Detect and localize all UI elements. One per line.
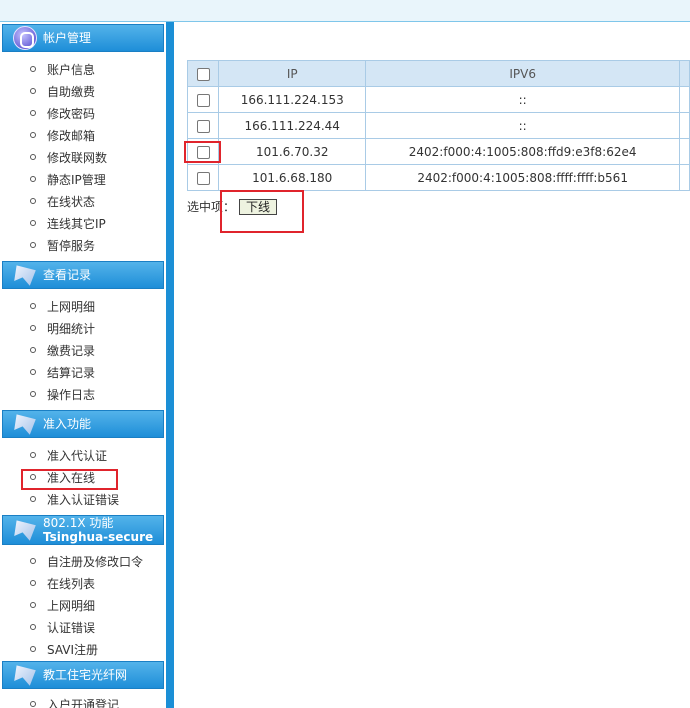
column-header-ipv6: IPV6 bbox=[365, 60, 681, 87]
extra-cell bbox=[679, 138, 690, 165]
bullet-icon bbox=[30, 220, 36, 226]
bullet-icon bbox=[30, 452, 36, 458]
bullet-icon bbox=[30, 132, 36, 138]
table-header-row: IP IPV6 bbox=[186, 60, 690, 87]
bullet-icon bbox=[30, 303, 36, 309]
section-title-line1: 802.1X 功能 bbox=[43, 516, 114, 530]
bullet-icon bbox=[30, 558, 36, 564]
extra-cell bbox=[679, 164, 690, 191]
column-header-ip: IP bbox=[218, 60, 367, 87]
ipv6-cell: 2402:f000:4:1005:808:ffd9:e3f8:62e4 bbox=[365, 138, 681, 165]
section-title: 教工住宅光纤网 bbox=[43, 668, 128, 682]
sidebar-item-change-password[interactable]: 修改密码 bbox=[30, 103, 95, 123]
ipv6-cell: :: bbox=[365, 112, 681, 139]
sidebar-item-suspend-service[interactable]: 暂停服务 bbox=[30, 235, 95, 255]
row-checkbox[interactable] bbox=[196, 93, 210, 107]
section-title: 802.1X 功能 Tsinghua-secure bbox=[43, 516, 153, 544]
dot1x-icon bbox=[14, 520, 36, 541]
access-icon bbox=[14, 414, 36, 435]
section-header-records[interactable]: 查看记录 bbox=[2, 261, 164, 289]
account-icon bbox=[13, 26, 37, 50]
sidebar-item-home-activation[interactable]: 入户开通登记 bbox=[30, 694, 119, 708]
bullet-icon bbox=[30, 701, 36, 707]
bullet-icon bbox=[30, 496, 36, 502]
ipv6-cell: :: bbox=[365, 86, 681, 113]
sidebar-item-self-register[interactable]: 自注册及修改口令 bbox=[30, 551, 143, 571]
section-title: 查看记录 bbox=[43, 268, 92, 282]
top-bar bbox=[0, 0, 690, 22]
bullet-icon bbox=[30, 176, 36, 182]
sidebar-item-self-payment[interactable]: 自助缴费 bbox=[30, 81, 95, 101]
sidebar-item-dot1x-usage[interactable]: 上网明细 bbox=[30, 595, 95, 615]
sidebar-item-savi-register[interactable]: SAVI注册 bbox=[30, 639, 98, 659]
bullet-icon bbox=[30, 369, 36, 375]
bullet-icon bbox=[30, 110, 36, 116]
annotation-highlight-menu-item bbox=[21, 469, 118, 490]
bullet-icon bbox=[30, 154, 36, 160]
bullet-icon bbox=[30, 88, 36, 94]
sidebar-item-online-list[interactable]: 在线列表 bbox=[30, 573, 95, 593]
select-all-checkbox[interactable] bbox=[196, 67, 210, 81]
sidebar-item-access-auth-errors[interactable]: 准入认证错误 bbox=[30, 489, 119, 509]
bullet-icon bbox=[30, 580, 36, 586]
annotation-highlight-button bbox=[220, 190, 304, 233]
section-header-account[interactable]: 帐户管理 bbox=[2, 24, 164, 52]
checkbox-cell bbox=[186, 112, 220, 139]
ip-cell: 166.111.224.44 bbox=[218, 112, 367, 139]
column-header-extra bbox=[679, 60, 690, 87]
sidebar-item-operation-log[interactable]: 操作日志 bbox=[30, 384, 95, 404]
bullet-icon bbox=[30, 66, 36, 72]
checkbox-cell bbox=[186, 164, 220, 191]
sidebar-item-change-email[interactable]: 修改邮箱 bbox=[30, 125, 95, 145]
bullet-icon bbox=[30, 624, 36, 630]
sidebar-item-payment-records[interactable]: 缴费记录 bbox=[30, 340, 95, 360]
section-header-access[interactable]: 准入功能 bbox=[2, 410, 164, 438]
sidebar-item-usage-details[interactable]: 上网明细 bbox=[30, 296, 95, 316]
sidebar-item-change-connections[interactable]: 修改联网数 bbox=[30, 147, 107, 167]
sidebar-item-auth-errors[interactable]: 认证错误 bbox=[30, 617, 95, 637]
sidebar-item-proxy-auth[interactable]: 准入代认证 bbox=[30, 445, 107, 465]
extra-cell bbox=[679, 112, 690, 139]
bullet-icon bbox=[30, 198, 36, 204]
annotation-highlight-checkbox bbox=[184, 141, 221, 163]
sidebar-item-account-info[interactable]: 账户信息 bbox=[30, 59, 95, 79]
ip-cell: 101.6.68.180 bbox=[218, 164, 367, 191]
row-checkbox[interactable] bbox=[196, 119, 210, 133]
section-title: 准入功能 bbox=[43, 417, 92, 431]
table-row: 166.111.224.153 :: bbox=[186, 86, 690, 113]
sidebar-item-connect-other-ip[interactable]: 连线其它IP bbox=[30, 213, 106, 233]
section-title-line2: Tsinghua-secure bbox=[43, 530, 154, 544]
table-row: 101.6.68.180 2402:f000:4:1005:808:ffff:f… bbox=[186, 164, 690, 191]
table-row: 166.111.224.44 :: bbox=[186, 112, 690, 139]
sidebar: 帐户管理 账户信息 自助缴费 修改密码 修改邮箱 修改联网数 静态IP管理 在线… bbox=[0, 22, 166, 708]
ip-cell: 101.6.70.32 bbox=[218, 138, 367, 165]
section-header-dot1x[interactable]: 802.1X 功能 Tsinghua-secure bbox=[2, 515, 164, 545]
bullet-icon bbox=[30, 391, 36, 397]
extra-cell bbox=[679, 86, 690, 113]
online-ip-table: IP IPV6 166.111.224.153 :: 166.111.224.4… bbox=[186, 60, 690, 191]
bullet-icon bbox=[30, 602, 36, 608]
sidebar-item-static-ip[interactable]: 静态IP管理 bbox=[30, 169, 106, 189]
bullet-icon bbox=[30, 646, 36, 652]
checkbox-cell bbox=[186, 86, 220, 113]
select-all-cell bbox=[186, 60, 220, 87]
sidebar-item-online-status[interactable]: 在线状态 bbox=[30, 191, 95, 211]
sidebar-item-detail-stats[interactable]: 明细统计 bbox=[30, 318, 95, 338]
sidebar-divider bbox=[166, 22, 174, 708]
fiber-icon bbox=[14, 665, 36, 686]
section-title: 帐户管理 bbox=[43, 31, 92, 45]
sidebar-item-settlement-records[interactable]: 结算记录 bbox=[30, 362, 95, 382]
section-header-fiber[interactable]: 教工住宅光纤网 bbox=[2, 661, 164, 689]
records-icon bbox=[14, 265, 36, 286]
bullet-icon bbox=[30, 242, 36, 248]
ip-cell: 166.111.224.153 bbox=[218, 86, 367, 113]
row-checkbox[interactable] bbox=[196, 171, 210, 185]
bullet-icon bbox=[30, 325, 36, 331]
ipv6-cell: 2402:f000:4:1005:808:ffff:ffff:b561 bbox=[365, 164, 681, 191]
bullet-icon bbox=[30, 347, 36, 353]
table-row: 101.6.70.32 2402:f000:4:1005:808:ffd9:e3… bbox=[186, 138, 690, 165]
